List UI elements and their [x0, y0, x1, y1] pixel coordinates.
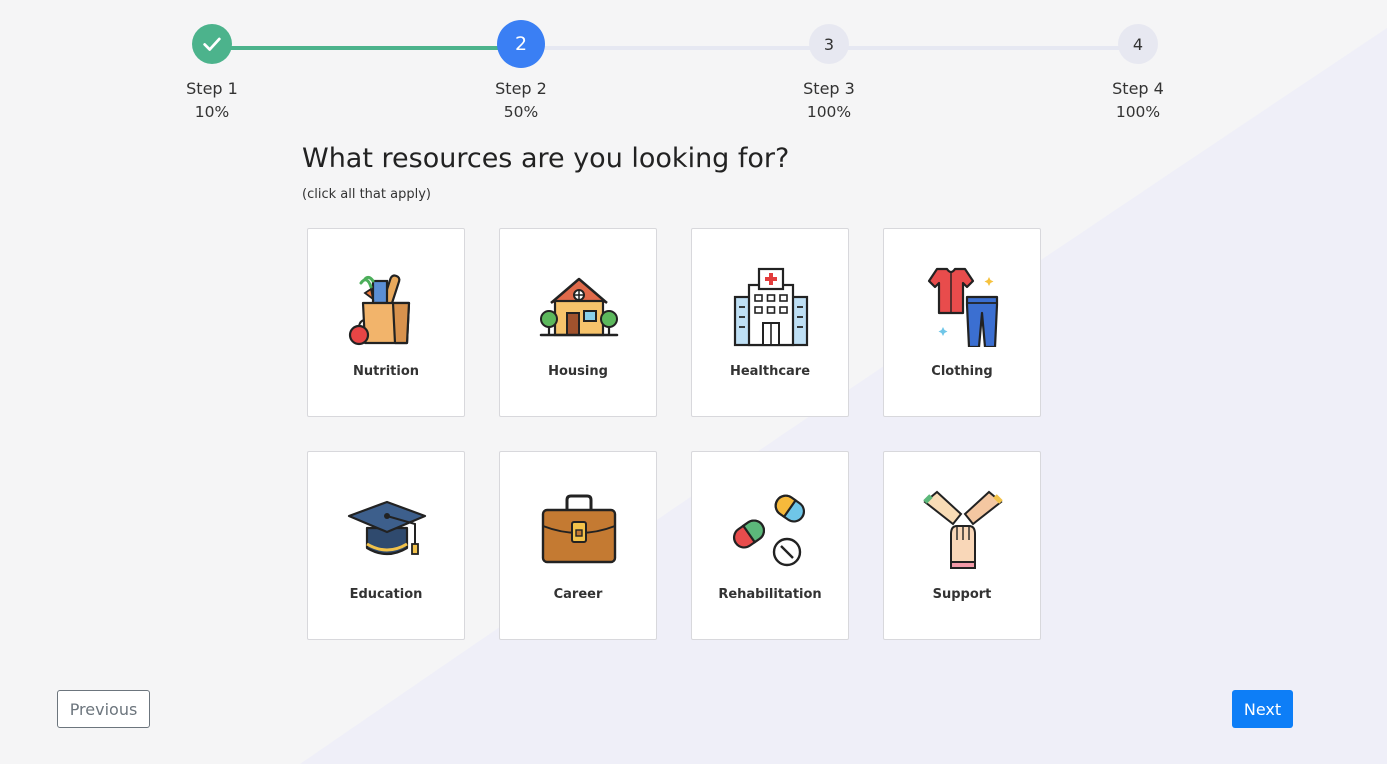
house-icon — [539, 267, 619, 347]
step-2-percent: 50% — [503, 103, 539, 121]
previous-button[interactable]: Previous — [57, 690, 150, 728]
step-3-percent: 100% — [806, 103, 852, 121]
step-4-circle: 4 — [1118, 24, 1158, 64]
category-card-clothing[interactable]: Clothing — [883, 228, 1041, 417]
briefcase-icon — [539, 490, 619, 570]
step-4-percent: 100% — [1115, 103, 1161, 121]
category-card-career[interactable]: Career — [499, 451, 657, 640]
step-1-circle — [192, 24, 232, 64]
step-3-circle: 3 — [809, 24, 849, 64]
step-1-label: Step 1 — [186, 79, 238, 98]
step-1-percent: 10% — [194, 103, 230, 121]
page-subtitle: (click all that apply) — [302, 187, 431, 202]
pills-icon — [731, 490, 811, 570]
step-2-label: Step 2 — [495, 79, 547, 98]
step-1[interactable]: Step 1 10% — [152, 24, 272, 124]
category-label: Career — [553, 587, 603, 602]
category-card-healthcare[interactable]: Healthcare — [691, 228, 849, 417]
checkmark-icon — [203, 37, 221, 51]
category-label: Education — [349, 587, 423, 602]
category-label: Support — [932, 587, 992, 602]
clothes-icon — [923, 267, 1003, 347]
grocery-bag-icon — [347, 267, 427, 347]
step-2-circle: 2 — [497, 20, 545, 68]
hospital-icon — [731, 267, 811, 347]
category-card-support[interactable]: Support — [883, 451, 1041, 640]
progress-stepper: Step 1 10% 2 Step 2 50% 3 Step 3 100% 4 … — [0, 0, 1387, 130]
joined-hands-icon — [923, 490, 1003, 570]
graduation-cap-icon — [347, 490, 427, 570]
step-4[interactable]: 4 Step 4 100% — [1078, 24, 1198, 124]
step-3[interactable]: 3 Step 3 100% — [769, 24, 889, 124]
category-label: Nutrition — [352, 364, 420, 379]
category-label: Clothing — [931, 364, 993, 379]
category-card-nutrition[interactable]: Nutrition — [307, 228, 465, 417]
category-label: Rehabilitation — [718, 587, 822, 602]
step-4-label: Step 4 — [1112, 79, 1164, 98]
next-button[interactable]: Next — [1232, 690, 1293, 728]
category-label: Healthcare — [729, 364, 811, 379]
page-title: What resources are you looking for? — [302, 143, 790, 174]
category-card-education[interactable]: Education — [307, 451, 465, 640]
step-2[interactable]: 2 Step 2 50% — [461, 20, 581, 124]
category-card-rehabilitation[interactable]: Rehabilitation — [691, 451, 849, 640]
category-label: Housing — [548, 364, 608, 379]
category-card-housing[interactable]: Housing — [499, 228, 657, 417]
step-3-label: Step 3 — [803, 79, 855, 98]
